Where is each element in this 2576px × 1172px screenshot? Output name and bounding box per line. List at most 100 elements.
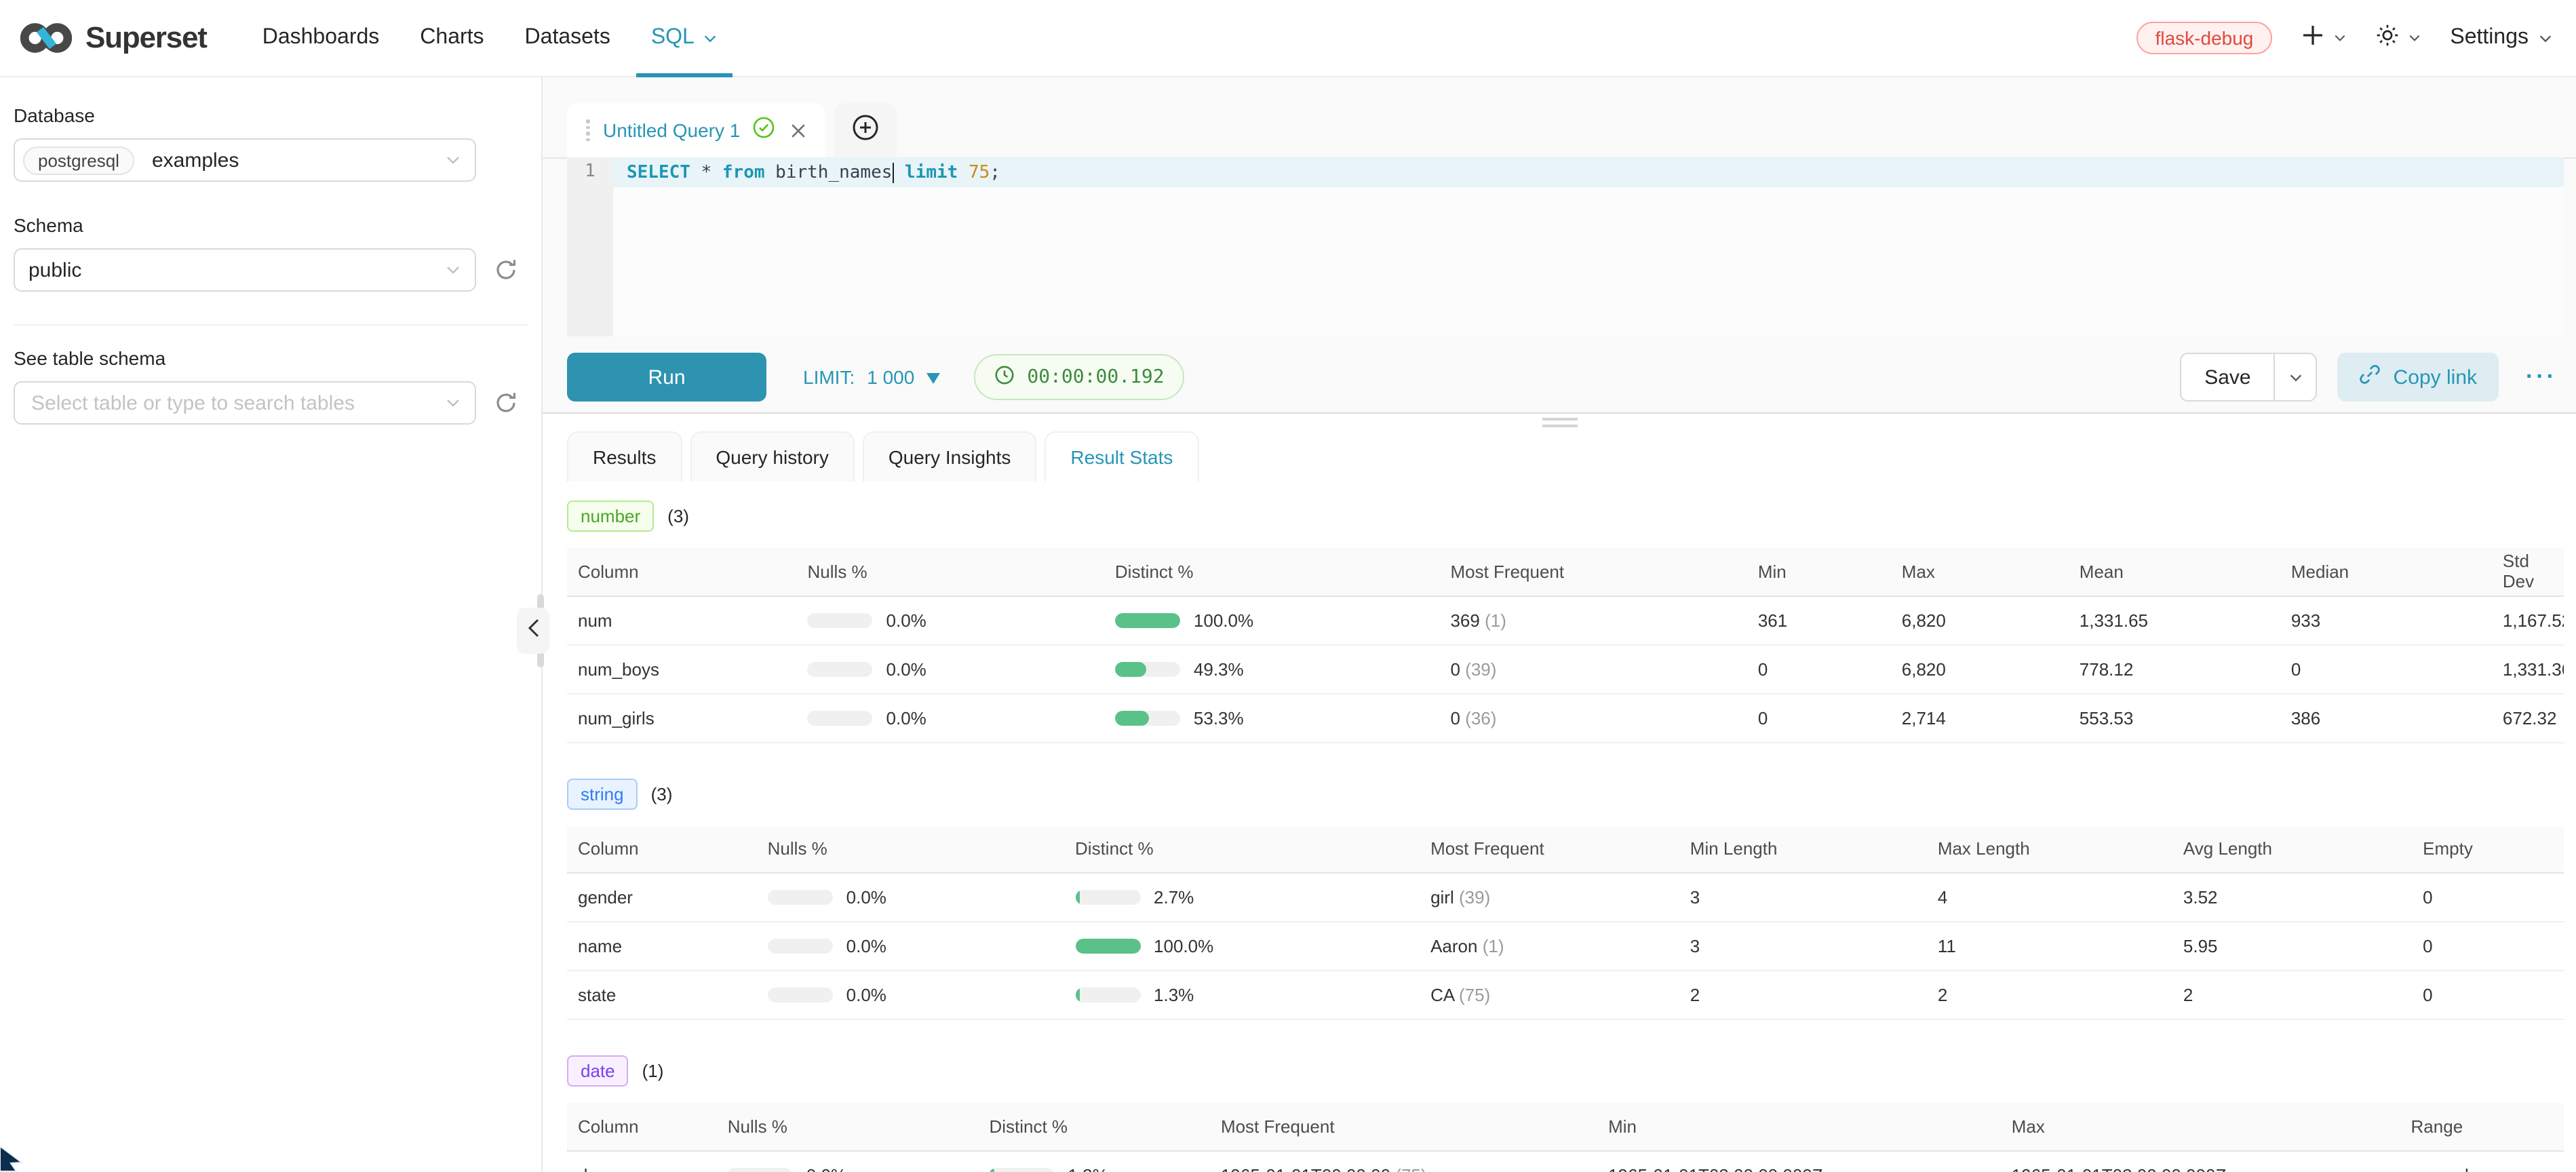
tab-query-insights[interactable]: Query Insights [863,431,1037,482]
nav-link-dashboards[interactable]: Dashboards [242,0,400,76]
freq-count: (75) [1395,1165,1426,1172]
distinct-cell: 1.3% [978,1150,1210,1172]
sql-editor[interactable]: 1 SELECT * from birth_names limit 75; [567,157,2564,336]
column-header: Min Length [1679,825,1927,873]
nulls-bar [768,988,833,1002]
run-button[interactable]: Run [567,353,766,402]
nav-link-label: Charts [420,26,484,50]
column-header: Nulls % [717,1103,979,1150]
column-header: Std Dev [2492,548,2564,595]
copy-link-button[interactable]: Copy link [2338,353,2499,402]
superset-logo[interactable]: Superset [0,0,207,76]
tab-query-history[interactable]: Query history [690,431,855,482]
nav-link-charts[interactable]: Charts [399,0,504,76]
stat-cell: 6,820 [1891,595,2069,644]
stat-cell: 386 [2280,693,2492,742]
elapsed-time: 00:00:00.192 [1027,366,1164,388]
nulls-cell: 0.0% [797,644,1104,693]
nav-link-datasets[interactable]: Datasets [505,0,631,76]
caret-down-icon [926,366,940,388]
table-header-row: Column Nulls % Distinct % Most Frequent … [567,548,2564,595]
stat-cell: 778.12 [2069,644,2280,693]
stat-cell: 933 [2280,595,2492,644]
table-schema-label: See table schema [14,347,528,369]
clock-icon [994,364,1015,390]
column-header: Min [1747,548,1891,595]
nav-link-label: SQL [651,26,695,50]
stat-cell: 6,820 [1891,644,2069,693]
column-header: Max Length [1927,825,2172,873]
nulls-bar [768,939,833,954]
copy-link-label: Copy link [2394,366,2477,389]
distinct-cell: 1.3% [1064,971,1420,1019]
column-header: Nulls % [797,548,1104,595]
theme-switcher-button[interactable] [2375,22,2421,54]
column-name-cell: gender [567,873,757,922]
limit-label: LIMIT: [803,366,855,388]
table-row: state 0.0% 1.3% CA (75) 2 2 2 0 [567,971,2564,1019]
distinct-cell: 49.3% [1104,644,1440,693]
distinct-bar [1115,661,1180,676]
refresh-tables-icon[interactable] [494,391,518,415]
stat-cell: 361 [1747,595,1891,644]
nulls-cell: 0.0% [757,922,1064,971]
add-query-tab-button[interactable] [834,103,896,157]
tab-label: Result Stats [1070,446,1173,468]
table-header-row: Column Nulls % Distinct % Most Frequent … [567,1103,2564,1150]
resize-drag-handle[interactable] [1542,418,1577,431]
chevron-down-icon [2408,31,2421,45]
distinct-cell: 100.0% [1064,922,1420,971]
save-button[interactable]: Save [2181,354,2273,400]
nulls-bar [808,661,873,676]
sidebar-divider [14,324,528,326]
table-row: num_girls 0.0% 53.3% 0 (36) 0 2,714 553.… [567,693,2564,742]
query-tabstrip: Untitled Query 1 [567,103,896,157]
more-actions-button[interactable]: ··· [2519,364,2564,391]
plus-circle-icon [851,113,878,147]
column-header: Most Frequent [1420,825,1679,873]
check-circle-icon [752,116,774,144]
settings-menu[interactable]: Settings [2450,26,2553,50]
tab-result-stats[interactable]: Result Stats [1045,431,1198,482]
nulls-cell: 0.0% [797,693,1104,742]
sql-token: birth_names [765,162,893,182]
database-select[interactable]: postgresql examples [14,138,476,182]
sql-token [894,162,905,182]
column-header: Avg Length [2172,825,2412,873]
table-row: num 0.0% 100.0% 369 (1) 361 6,820 1,331.… [567,595,2564,644]
tab-label: Query history [716,446,829,468]
tab-results[interactable]: Results [567,431,682,482]
table-select[interactable]: Select table or type to search tables [14,381,476,425]
nav-link-sql[interactable]: SQL [631,0,738,76]
limit-dropdown[interactable]: LIMIT: 1 000 [803,366,940,388]
collapse-sidebar-button[interactable] [517,608,549,654]
tab-label: Results [593,446,656,468]
mouse-cursor [0,1145,33,1172]
new-item-button[interactable] [2301,22,2347,54]
close-tab-icon[interactable] [790,123,805,138]
distinct-pct: 100.0% [1194,610,1253,630]
column-header: Max [1891,548,2069,595]
nav-links: Dashboards Charts Datasets SQL [242,0,738,76]
refresh-schemas-icon[interactable] [494,258,518,282]
column-header: Column [567,1103,717,1150]
save-options-caret[interactable] [2274,354,2316,400]
nulls-pct: 0.0% [846,936,886,956]
nulls-pct: 0.0% [846,887,886,907]
most-frequent-cell: CA (75) [1420,971,1679,1019]
number-stats-table: Column Nulls % Distinct % Most Frequent … [567,548,2564,743]
drag-handle-icon[interactable] [586,119,589,141]
nulls-pct: 0.0% [886,659,926,679]
line-number: 1 [567,157,613,187]
nulls-bar [728,1167,793,1172]
column-name-cell: ds [567,1150,717,1172]
schema-select[interactable]: public [14,248,476,292]
stat-cell: 4 [1927,873,2172,922]
query-tab[interactable]: Untitled Query 1 [567,103,824,157]
sql-code-line[interactable]: SELECT * from birth_names limit 75; [613,157,2564,187]
stat-cell: 0 [1747,644,1891,693]
freq-count: (39) [1465,659,1496,679]
column-header: Distinct % [1104,548,1440,595]
stat-cell: 1,167.52 [2492,595,2564,644]
editor-toolbar: Run LIMIT: 1 000 00:00:00.192 Save [567,353,2564,402]
